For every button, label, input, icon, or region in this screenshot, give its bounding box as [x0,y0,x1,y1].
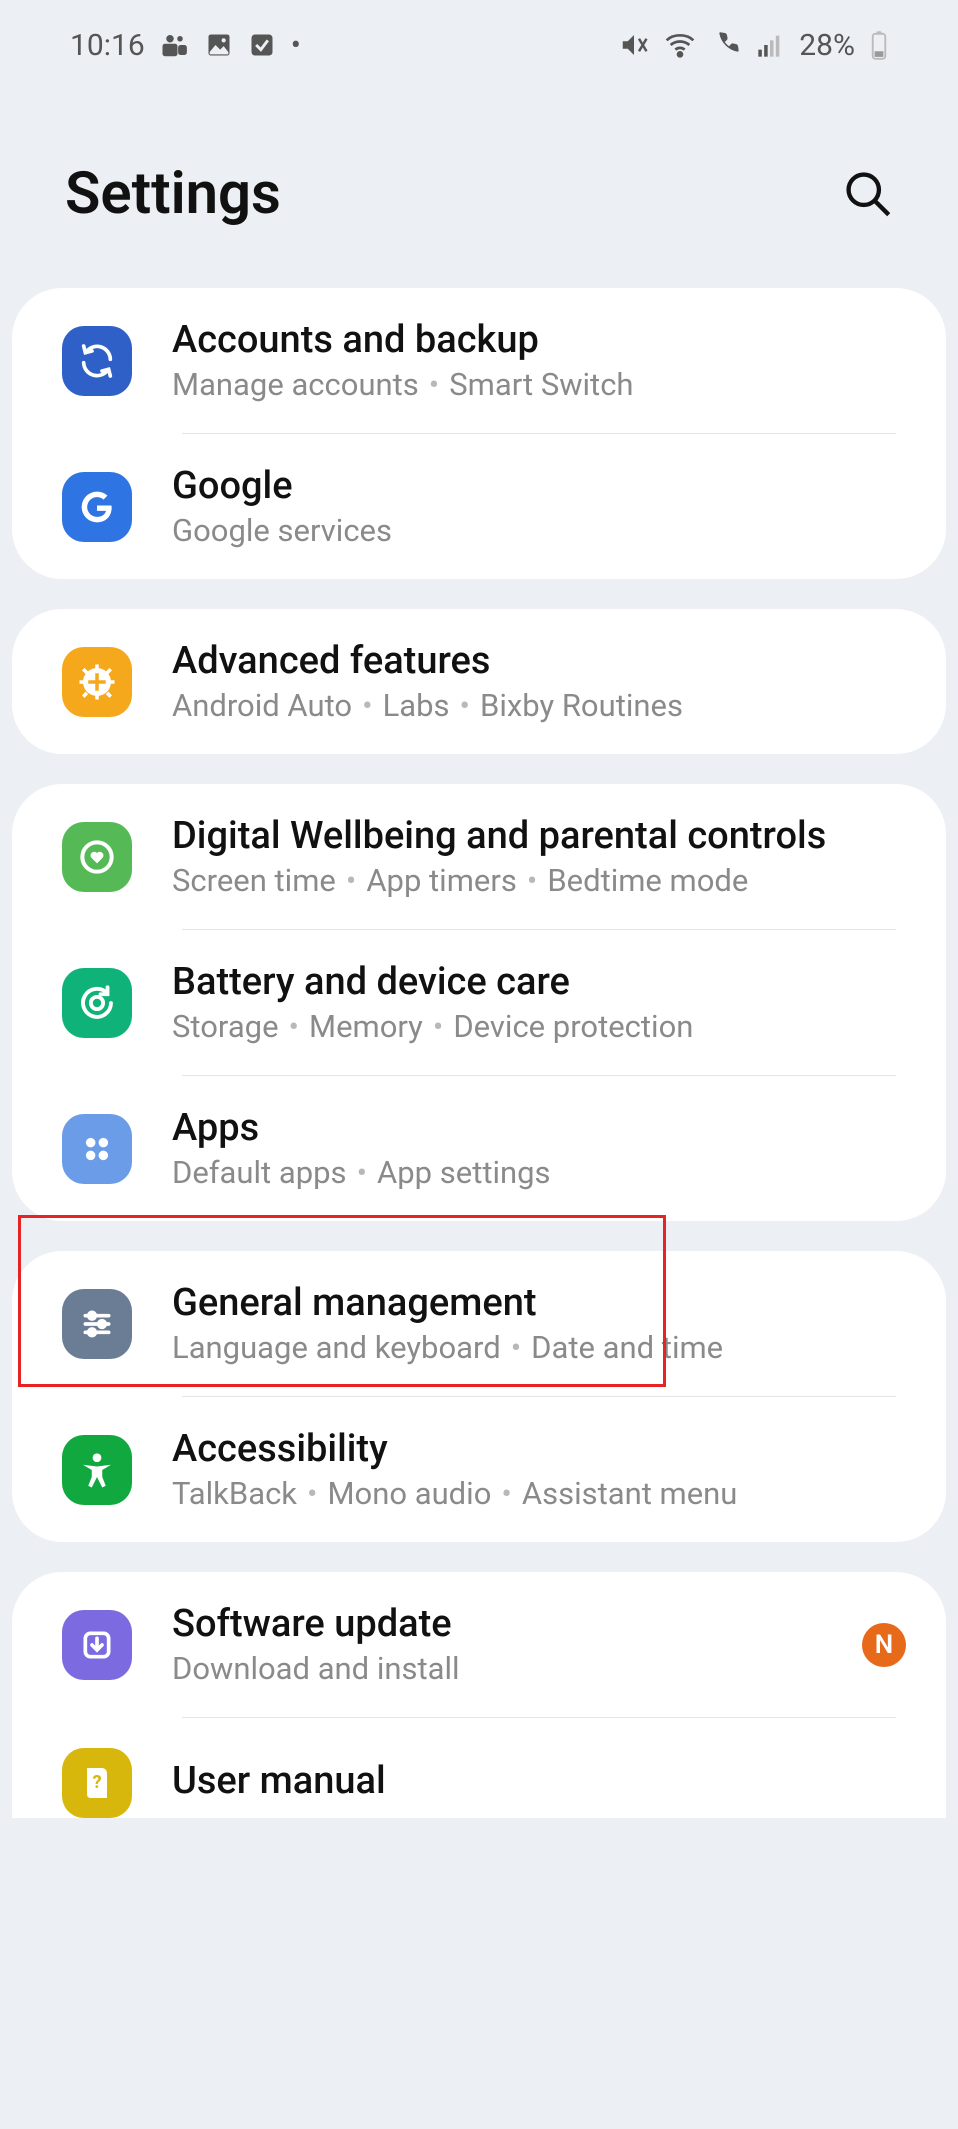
search-button[interactable] [841,167,893,222]
circle-refresh-icon [62,968,132,1038]
settings-group: General management Language and keyboard… [12,1251,946,1542]
search-icon [841,207,893,222]
battery-percent: 28% [799,28,855,63]
item-accessibility[interactable]: Accessibility TalkBack•Mono audio•Assist… [12,1397,946,1542]
heart-circle-icon [62,822,132,892]
item-software-update[interactable]: Software update Download and install N [12,1572,946,1717]
item-title: Accessibility [172,1427,906,1471]
item-subtitle: Language and keyboard•Date and time [172,1329,906,1366]
settings-header: Settings [0,90,958,288]
wifi-icon [664,29,696,61]
status-left: 10:16 • [70,28,301,63]
checkbox-icon [248,31,276,59]
dot-icon: • [291,28,301,63]
image-icon [205,31,233,59]
notification-badge: N [862,1623,906,1667]
accessibility-icon [62,1435,132,1505]
item-title: Digital Wellbeing and parental controls [172,814,906,858]
item-title: General management [172,1281,906,1325]
item-general-management[interactable]: General management Language and keyboard… [12,1251,946,1396]
page-title: Settings [65,160,281,228]
item-subtitle: Google services [172,512,906,549]
vibrate-mute-icon [619,30,649,60]
signal-icon [756,31,784,59]
item-subtitle: TalkBack•Mono audio•Assistant menu [172,1475,906,1512]
settings-group: Digital Wellbeing and parental controls … [12,784,946,1221]
status-time: 10:16 [70,28,145,63]
item-subtitle: Android Auto•Labs•Bixby Routines [172,687,906,724]
item-google[interactable]: Google Google services [12,434,946,579]
download-arrow-icon [62,1610,132,1680]
apps-grid-icon [62,1114,132,1184]
settings-group: Software update Download and install N ?… [12,1572,946,1818]
item-user-manual[interactable]: ? User manual [12,1718,946,1818]
item-digital-wellbeing[interactable]: Digital Wellbeing and parental controls … [12,784,946,929]
item-accounts-backup[interactable]: Accounts and backup Manage accounts•Smar… [12,288,946,433]
item-title: Battery and device care [172,960,906,1004]
item-subtitle: Screen time•App timers•Bedtime mode [172,862,906,899]
settings-group: Advanced features Android Auto•Labs•Bixb… [12,609,946,754]
item-title: Apps [172,1106,906,1150]
item-subtitle: Default apps•App settings [172,1154,906,1191]
sync-icon [62,326,132,396]
status-right: 28% [619,28,888,63]
sliders-icon [62,1289,132,1359]
item-title: Google [172,464,906,508]
item-subtitle: Download and install [172,1650,822,1687]
settings-group: Accounts and backup Manage accounts•Smar… [12,288,946,579]
plus-gear-icon [62,647,132,717]
item-subtitle: Storage•Memory•Device protection [172,1008,906,1045]
status-bar: 10:16 • 28% [0,0,958,90]
item-advanced-features[interactable]: Advanced features Android Auto•Labs•Bixb… [12,609,946,754]
book-help-icon: ? [62,1748,132,1818]
item-title: Accounts and backup [172,318,906,362]
item-battery-device-care[interactable]: Battery and device care Storage•Memory•D… [12,930,946,1075]
google-icon [62,472,132,542]
phone-call-icon [711,30,741,60]
battery-icon [870,30,888,60]
svg-text:?: ? [92,1772,101,1793]
item-title: Advanced features [172,639,906,683]
item-subtitle: Manage accounts•Smart Switch [172,366,906,403]
teams-icon [160,30,190,60]
item-apps[interactable]: Apps Default apps•App settings [12,1076,946,1221]
item-title: User manual [172,1759,906,1803]
item-title: Software update [172,1602,822,1646]
